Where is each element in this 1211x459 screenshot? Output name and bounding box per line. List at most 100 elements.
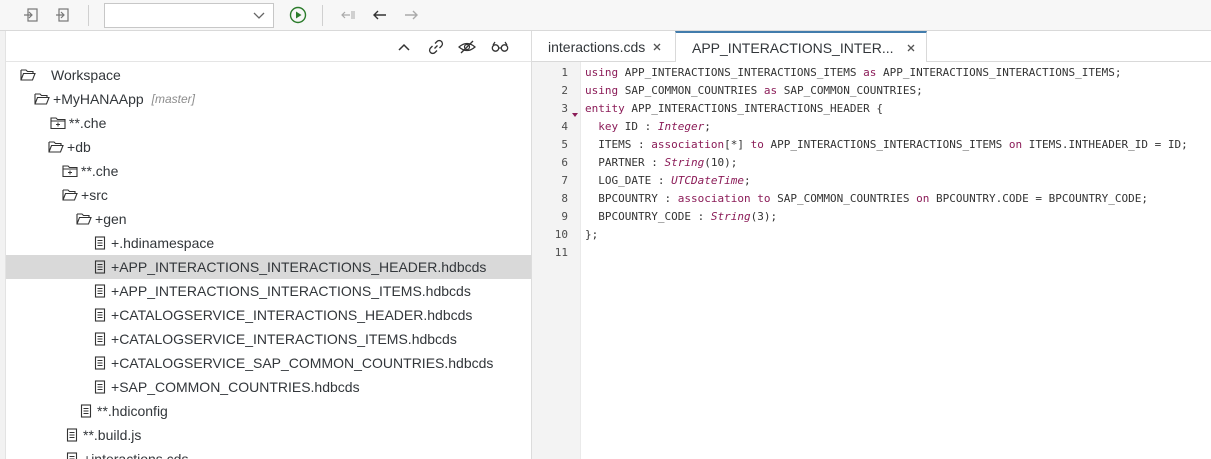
hide-icon[interactable] bbox=[458, 38, 476, 56]
code-line: BPCOUNTRY_CODE : String(3); bbox=[585, 210, 778, 223]
glasses-icon[interactable] bbox=[491, 38, 509, 56]
tree-item-status: ** bbox=[69, 115, 80, 131]
collapse-icon[interactable] bbox=[395, 38, 413, 56]
toolbar-separator bbox=[322, 5, 323, 26]
tree-item-label: CATALOGSERVICE_SAP_COMMON_COUNTRIES.hdbc… bbox=[119, 355, 494, 371]
tree-item-status: ** bbox=[97, 403, 108, 419]
tree-item[interactable]: + SAP_COMMON_COUNTRIES.hdbcds bbox=[6, 375, 531, 399]
tree-item[interactable]: ** .build.js bbox=[6, 423, 531, 447]
folder-open-icon bbox=[76, 211, 92, 227]
line-number: 5 bbox=[561, 138, 568, 151]
back-icon[interactable] bbox=[369, 4, 391, 26]
line-number: 4 bbox=[561, 120, 568, 133]
tree-item-status: + bbox=[111, 259, 120, 275]
git-branch-label: [master] bbox=[151, 92, 195, 106]
code-line: }; bbox=[585, 228, 599, 241]
tree-item-label: interactions.cds bbox=[91, 451, 189, 459]
tree-item[interactable]: + APP_INTERACTIONS_INTERACTIONS_HEADER.hd… bbox=[6, 255, 531, 279]
tree-item-status: ** bbox=[83, 427, 94, 443]
file-icon bbox=[92, 259, 108, 275]
line-number: 2 bbox=[561, 84, 568, 97]
line-number: 11 bbox=[554, 246, 568, 259]
tree-item-status: + bbox=[111, 283, 120, 299]
tree-item-label: gen bbox=[103, 211, 127, 227]
back-list-icon[interactable] bbox=[337, 4, 359, 26]
workspace-tree-panel: Workspace + MyHANAApp [master] ** .che + db ** .c… bbox=[6, 31, 531, 459]
tab-app-interactions-header[interactable]: APP_INTERACTIONS_INTER... bbox=[675, 31, 927, 63]
tree-item[interactable]: ** .che bbox=[6, 111, 531, 135]
tree-item-label: Workspace bbox=[51, 67, 121, 83]
folder-open-icon bbox=[20, 67, 36, 83]
editor-gutter: 1 2 3 4 5 6 7 8 9 10 11 bbox=[532, 62, 581, 459]
tree-item[interactable]: + gen bbox=[6, 207, 531, 231]
tree-item-status: + bbox=[111, 235, 120, 251]
line-number: 3 bbox=[561, 102, 568, 115]
code-line: using SAP_COMMON_COUNTRIES as SAP_COMMON… bbox=[585, 84, 923, 97]
main-toolbar bbox=[0, 0, 1211, 31]
tree-item-label: SAP_COMMON_COUNTRIES.hdbcds bbox=[119, 379, 360, 395]
export-icon[interactable] bbox=[51, 4, 73, 26]
tree-item[interactable]: + CATALOGSERVICE_SAP_COMMON_COUNTRIES.hdb… bbox=[6, 351, 531, 375]
line-number: 6 bbox=[561, 156, 568, 169]
tree-item[interactable]: + CATALOGSERVICE_INTERACTIONS_HEADER.hdbc… bbox=[6, 303, 531, 327]
line-number: 10 bbox=[554, 228, 568, 241]
tab-title: interactions.cds bbox=[548, 38, 646, 55]
folder-open-icon bbox=[48, 139, 64, 155]
folder-open-icon bbox=[62, 187, 78, 203]
tree-item-label: .che bbox=[79, 115, 107, 131]
tree-item[interactable]: ** .hdiconfig bbox=[6, 399, 531, 423]
tree-item-label: .hdiconfig bbox=[107, 403, 168, 419]
tree-item[interactable]: + src bbox=[6, 183, 531, 207]
editor-tab-bar: interactions.cds APP_INTERACTIONS_INTER.… bbox=[532, 31, 1211, 63]
file-icon bbox=[92, 331, 108, 347]
tree-item-label: CATALOGSERVICE_INTERACTIONS_HEADER.hdbcd… bbox=[119, 307, 473, 323]
code-line: PARTNER : String(10); bbox=[585, 156, 738, 169]
tree-toolbar bbox=[6, 31, 531, 62]
folder-open-icon bbox=[34, 91, 50, 107]
forward-icon[interactable] bbox=[400, 4, 422, 26]
close-icon[interactable] bbox=[651, 41, 663, 53]
file-icon bbox=[92, 235, 108, 251]
tree-item-status: + bbox=[67, 139, 76, 155]
tree-item[interactable]: + APP_INTERACTIONS_INTERACTIONS_ITEMS.hdb… bbox=[6, 279, 531, 303]
chevron-down-icon bbox=[251, 7, 267, 23]
file-icon bbox=[92, 379, 108, 395]
folder-closed-icon bbox=[50, 115, 66, 131]
code-line: ITEMS : association[*] to APP_INTERACTIO… bbox=[585, 138, 1188, 151]
tab-interactions-cds[interactable]: interactions.cds bbox=[532, 31, 675, 62]
tree-item-status: + bbox=[111, 331, 120, 347]
tree-item-status: + bbox=[53, 91, 62, 107]
tree-item[interactable]: + .hdinamespace bbox=[6, 231, 531, 255]
tree-item[interactable]: + CATALOGSERVICE_INTERACTIONS_ITEMS.hdbcd… bbox=[6, 327, 531, 351]
tree-item-status: + bbox=[111, 379, 120, 395]
link-icon[interactable] bbox=[427, 38, 445, 56]
tree-item-label: .che bbox=[91, 163, 119, 179]
tree-item-label: db bbox=[75, 139, 91, 155]
code-line: using APP_INTERACTIONS_INTERACTIONS_ITEM… bbox=[585, 66, 1122, 79]
tree-item-status: + bbox=[83, 451, 92, 459]
file-icon bbox=[64, 427, 80, 443]
fold-icon[interactable] bbox=[571, 106, 579, 117]
code-editor[interactable]: using APP_INTERACTIONS_INTERACTIONS_ITEM… bbox=[581, 62, 1211, 459]
tree-item-label: APP_INTERACTIONS_INTERACTIONS_ITEMS.hdbc… bbox=[119, 283, 471, 299]
close-icon[interactable] bbox=[905, 42, 917, 54]
editor-panel: interactions.cds APP_INTERACTIONS_INTER.… bbox=[532, 31, 1211, 459]
run-icon[interactable] bbox=[287, 4, 309, 26]
run-config-select[interactable] bbox=[104, 3, 274, 28]
tree-item-status: + bbox=[111, 307, 120, 323]
tree-item[interactable]: + MyHANAApp [master] bbox=[6, 87, 531, 111]
tree-item[interactable]: + db bbox=[6, 135, 531, 159]
import-icon[interactable] bbox=[20, 4, 42, 26]
tree-item[interactable]: + interactions.cds bbox=[6, 447, 531, 459]
tree-item-label: APP_INTERACTIONS_INTERACTIONS_HEADER.hdb… bbox=[119, 259, 487, 275]
tree-item-label: CATALOGSERVICE_INTERACTIONS_ITEMS.hdbcds bbox=[119, 331, 457, 347]
toolbar-separator bbox=[88, 5, 89, 26]
tree-item-label: src bbox=[89, 187, 108, 203]
tree-item-label: .hdinamespace bbox=[119, 235, 215, 251]
tree-item-label: MyHANAApp bbox=[61, 91, 144, 107]
code-line: BPCOUNTRY : association to SAP_COMMON_CO… bbox=[585, 192, 1148, 205]
tab-title: APP_INTERACTIONS_INTER... bbox=[692, 39, 894, 56]
tree-item[interactable]: Workspace bbox=[6, 63, 531, 87]
line-number: 8 bbox=[561, 192, 568, 205]
tree-item[interactable]: ** .che bbox=[6, 159, 531, 183]
